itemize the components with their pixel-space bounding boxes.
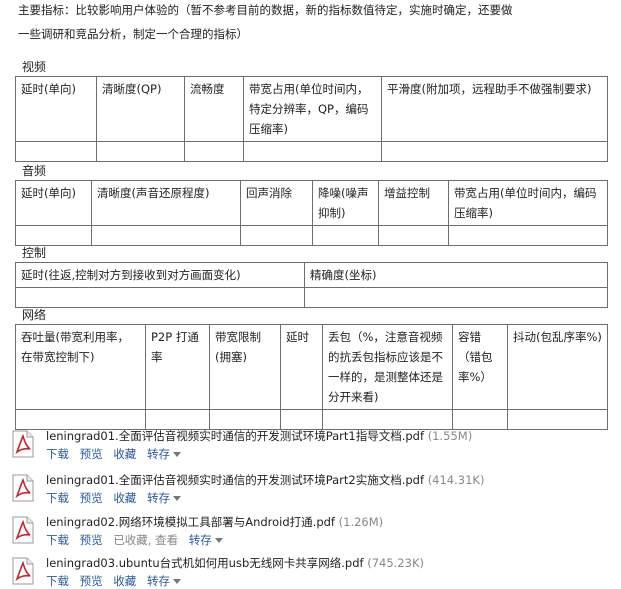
section-title-control: 控制 <box>22 246 47 260</box>
section-title-network: 网络 <box>22 308 47 322</box>
attachment-name: leningrad01.全面评估音视频实时通信的开发测试环境Part1指导文档.… <box>46 429 425 443</box>
favorite-link[interactable]: 收藏 <box>113 574 136 588</box>
table-empty-cell <box>15 409 146 430</box>
table-empty-cell <box>184 141 244 162</box>
control-metrics-table: 延时(往返,控制对方到接收到对方画面变化) 精确度(坐标) <box>15 262 608 308</box>
table-header-cell: 清晰度(声音还原程度) <box>91 180 241 226</box>
save-to-label: 转存 <box>146 447 170 461</box>
table-empty-cell <box>381 141 608 162</box>
table-header-cell: 容错（错包率%） <box>452 324 508 410</box>
table-header-cell: 延时 <box>280 324 323 410</box>
table-header-cell: 丢包（%，注意音视频的抗丢包指标应该是不一样的，是测整体还是分开来看) <box>322 324 453 410</box>
download-link[interactable]: 下载 <box>46 447 69 461</box>
intro-text: 主要指标：比较影响用户体验的（暂不参考目前的数据，新的指标数值待定，实施时确定，… <box>18 0 578 46</box>
save-to-dropdown[interactable]: 转存 <box>147 491 181 505</box>
pdf-file-icon <box>12 557 34 585</box>
table-header-cell: 延时(单向) <box>15 180 92 226</box>
table-header-cell: 带宽占用(单位时间内，编码压缩率) <box>448 180 608 226</box>
table-header-cell: 清晰度(QP) <box>96 76 185 142</box>
table-header-cell: 降噪(噪声抑制) <box>312 180 379 226</box>
attachment-size: (745.23K) <box>367 556 424 570</box>
favorited-view-link[interactable]: 已收藏, 查看 <box>113 533 178 547</box>
attachment-name: leningrad01.全面评估音视频实时通信的开发测试环境Part2实施文档.… <box>46 473 425 487</box>
pdf-file-icon <box>12 430 34 458</box>
video-metrics-table: 延时(单向) 清晰度(QP) 流畅度 带宽占用(单位时间内，特定分辨率，QP，编… <box>15 76 608 162</box>
intro-line-1: 主要指标：比较影响用户体验的（暂不参考目前的数据，新的指标数值待定，实施时确定，… <box>18 3 513 17</box>
table-header-cell: 增益控制 <box>378 180 449 226</box>
table-empty-cell <box>91 225 241 246</box>
table-header-cell: 带宽限制(拥塞) <box>209 324 281 410</box>
attachment-size: (1.26M) <box>338 515 384 529</box>
table-header-cell: 抖动(包乱序率%) <box>507 324 608 410</box>
preview-link[interactable]: 预览 <box>80 574 103 588</box>
save-to-dropdown[interactable]: 转存 <box>189 533 223 547</box>
table-empty-cell <box>312 225 379 246</box>
chevron-down-icon <box>214 538 223 543</box>
audio-metrics-table: 延时(单向) 清晰度(声音还原程度) 回声消除 降噪(噪声抑制) 增益控制 带宽… <box>15 180 608 246</box>
table-empty-cell <box>145 409 210 430</box>
attachment-size: (414.31K) <box>427 473 485 487</box>
favorite-link[interactable]: 收藏 <box>113 491 136 505</box>
table-header-cell: 流畅度 <box>184 76 244 142</box>
download-link[interactable]: 下载 <box>46 533 69 547</box>
table-empty-cell <box>243 141 382 162</box>
table-empty-cell <box>322 409 453 430</box>
preview-link[interactable]: 预览 <box>80 491 103 505</box>
pdf-file-icon <box>12 516 34 544</box>
table-header-cell: 带宽占用(单位时间内，特定分辨率，QP，编码压缩率) <box>243 76 382 142</box>
attachment-size: (1.55M) <box>427 429 473 443</box>
download-link[interactable]: 下载 <box>46 574 69 588</box>
chevron-down-icon <box>172 452 181 457</box>
table-header-cell: 回声消除 <box>240 180 313 226</box>
table-empty-cell <box>15 225 92 246</box>
table-empty-cell <box>209 409 281 430</box>
section-title-audio: 音频 <box>22 164 47 178</box>
preview-link[interactable]: 预览 <box>80 533 103 547</box>
table-header-cell: 延时(单向) <box>15 76 97 142</box>
chevron-down-icon <box>172 579 181 584</box>
table-empty-cell <box>240 225 313 246</box>
chevron-down-icon <box>172 496 181 501</box>
table-empty-cell <box>507 409 608 430</box>
table-header-cell: P2P 打通率 <box>145 324 210 410</box>
network-metrics-table: 吞吐量(带宽利用率，在带宽控制下) P2P 打通率 带宽限制(拥塞) 延时 丢包… <box>15 324 608 430</box>
save-to-label: 转存 <box>146 574 170 588</box>
save-to-dropdown[interactable]: 转存 <box>147 447 181 461</box>
table-empty-cell <box>15 141 97 162</box>
preview-link[interactable]: 预览 <box>80 447 103 461</box>
save-to-label: 转存 <box>146 491 170 505</box>
pdf-file-icon <box>12 474 34 502</box>
table-empty-cell <box>304 287 608 308</box>
save-to-label: 转存 <box>188 533 212 547</box>
table-empty-cell <box>448 225 608 246</box>
download-link[interactable]: 下载 <box>46 491 69 505</box>
intro-line-2: 一些调研和竞品分析，制定一个合理的指标） <box>18 27 248 41</box>
table-empty-cell <box>280 409 323 430</box>
table-header-cell: 精确度(坐标) <box>304 262 608 288</box>
section-title-video: 视频 <box>22 60 47 74</box>
table-empty-cell <box>15 287 305 308</box>
table-empty-cell <box>452 409 508 430</box>
table-empty-cell <box>96 141 185 162</box>
attachment-name: leningrad03.ubuntu台式机如何用usb无线网卡共享网络.pdf <box>46 556 364 570</box>
table-header-cell: 延时(往返,控制对方到接收到对方画面变化) <box>15 262 305 288</box>
save-to-dropdown[interactable]: 转存 <box>147 574 181 588</box>
favorite-link[interactable]: 收藏 <box>113 447 136 461</box>
attachment-name: leningrad02.网络环境模拟工具部署与Android打通.pdf <box>46 515 335 529</box>
table-header-cell: 平滑度(附加项，远程助手不做强制要求) <box>381 76 608 142</box>
table-empty-cell <box>378 225 449 246</box>
table-header-cell: 吞吐量(带宽利用率，在带宽控制下) <box>15 324 146 410</box>
